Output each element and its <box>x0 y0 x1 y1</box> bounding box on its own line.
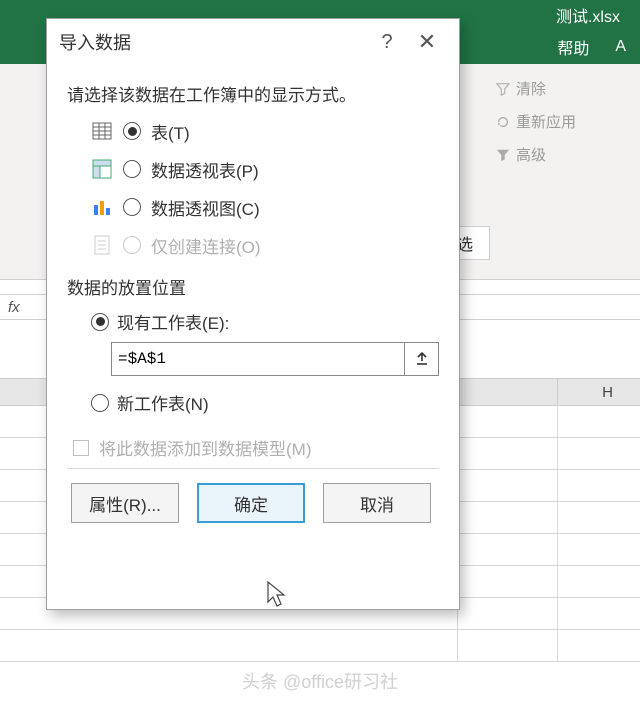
funnel-clear-icon <box>496 82 510 96</box>
option-pivot-chart-row[interactable]: 数据透视图(C) <box>91 192 439 222</box>
reapply-icon <box>496 115 510 129</box>
location-label: 数据的放置位置 <box>67 274 439 299</box>
cancel-button[interactable]: 取消 <box>323 483 431 523</box>
option-connection-only-row: 仅创建连接(O) <box>91 230 439 260</box>
add-to-model-label: 将此数据添加到数据模型(M) <box>99 435 311 460</box>
pivot-chart-icon <box>91 196 113 218</box>
ribbon-commands: 清除 重新应用 高级 <box>496 78 626 177</box>
col-header-h[interactable]: H <box>558 379 640 405</box>
filename: 测试.xlsx <box>556 3 620 27</box>
close-button[interactable]: ✕ <box>407 29 447 55</box>
fx-label: fx <box>8 299 20 316</box>
connection-icon <box>91 234 113 256</box>
location-existing-row[interactable]: 现有工作表(E): <box>91 309 439 334</box>
radio-existing-sheet[interactable] <box>91 313 109 331</box>
display-prompt: 请选择该数据在工作簿中的显示方式。 <box>67 81 439 106</box>
dialog-separator <box>67 468 439 469</box>
radio-new-sheet[interactable] <box>91 394 109 412</box>
cmd-reapply[interactable]: 重新应用 <box>496 111 626 132</box>
radio-table[interactable] <box>123 122 141 140</box>
radio-pivot-chart[interactable] <box>123 198 141 216</box>
cmd-advanced[interactable]: 高级 <box>496 144 626 165</box>
option-pivot-table-label: 数据透视表(P) <box>151 157 259 182</box>
option-connection-only-label: 仅创建连接(O) <box>151 233 261 258</box>
ok-button[interactable]: 确定 <box>197 483 305 523</box>
option-table-label: 表(T) <box>151 119 190 144</box>
option-table-row[interactable]: 表(T) <box>91 116 439 146</box>
radio-pivot-table[interactable] <box>123 160 141 178</box>
add-to-model-row: 将此数据添加到数据模型(M) <box>73 435 439 460</box>
range-picker-icon <box>414 351 430 367</box>
location-existing-label: 现有工作表(E): <box>117 309 229 334</box>
dialog-titlebar[interactable]: 导入数据 ? ✕ <box>47 19 459 65</box>
checkbox-add-model <box>73 440 89 456</box>
location-new-row[interactable]: 新工作表(N) <box>91 390 439 415</box>
pivot-table-icon <box>91 158 113 180</box>
collapse-dialog-button[interactable] <box>405 342 439 376</box>
cmd-clear[interactable]: 清除 <box>496 78 626 99</box>
import-data-dialog: 导入数据 ? ✕ 请选择该数据在工作簿中的显示方式。 表(T) 数据透视表(P) <box>46 18 460 610</box>
tab-help[interactable]: 帮助 <box>557 35 589 59</box>
dialog-title-text: 导入数据 <box>59 29 131 55</box>
location-new-label: 新工作表(N) <box>117 390 209 415</box>
tab-a[interactable]: A <box>615 38 626 56</box>
table-icon <box>91 120 113 142</box>
option-pivot-chart-label: 数据透视图(C) <box>151 195 260 220</box>
cell-reference-input[interactable] <box>111 342 405 376</box>
radio-connection-only <box>123 236 141 254</box>
properties-button[interactable]: 属性(R)... <box>71 483 179 523</box>
help-button[interactable]: ? <box>367 31 407 54</box>
option-pivot-table-row[interactable]: 数据透视表(P) <box>91 154 439 184</box>
watermark: 头条 @office研习社 <box>0 668 640 694</box>
col-header-blank2 <box>458 379 558 405</box>
funnel-advanced-icon <box>496 148 510 162</box>
